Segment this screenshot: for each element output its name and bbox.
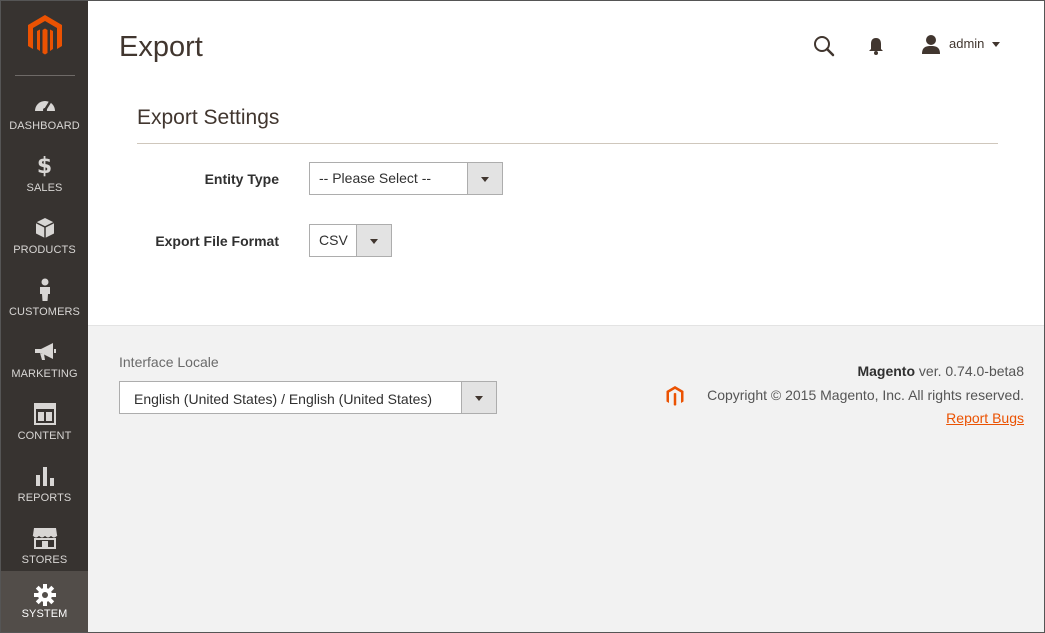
app-frame: DASHBOARD $ SALES PRODUCTS CUSTOMERS MAR… [0, 0, 1045, 633]
sidebar-item-label: DASHBOARD [9, 120, 80, 132]
sidebar-item-content[interactable]: CONTENT [1, 396, 88, 458]
magento-logo-icon[interactable] [25, 13, 65, 57]
interface-locale-select[interactable]: English (United States) / English (Unite… [119, 381, 497, 414]
magento-footer-logo-icon [666, 386, 684, 406]
export-file-format-select[interactable]: CSV [309, 224, 392, 257]
entity-type-select[interactable]: -- Please Select -- [309, 162, 503, 195]
person-icon [1, 278, 88, 302]
user-icon[interactable] [921, 34, 941, 54]
storefront-icon [1, 526, 88, 550]
interface-locale-value: English (United States) / English (Unite… [134, 391, 433, 407]
report-bugs-link[interactable]: Report Bugs [946, 410, 1024, 426]
sidebar-item-products[interactable]: PRODUCTS [1, 210, 88, 272]
admin-user-menu[interactable]: admin [949, 36, 984, 51]
chevron-down-icon[interactable] [992, 42, 1000, 47]
sidebar-item-label: SALES [26, 182, 63, 194]
sidebar-item-reports[interactable]: REPORTS [1, 458, 88, 520]
search-icon[interactable] [813, 35, 835, 57]
export-file-format-label: Export File Format [155, 233, 279, 249]
sidebar-item-label: REPORTS [17, 492, 72, 504]
chevron-down-icon [370, 238, 378, 244]
section-divider [137, 143, 998, 144]
version-info: Magento ver. 0.74.0-beta8 [857, 363, 1024, 379]
export-file-format-dropdown-button[interactable] [356, 225, 391, 256]
export-file-format-value: CSV [319, 232, 348, 248]
sidebar-item-customers[interactable]: CUSTOMERS [1, 272, 88, 334]
megaphone-icon [1, 340, 88, 364]
dashboard-icon [1, 92, 88, 116]
sidebar-item-dashboard[interactable]: DASHBOARD [1, 86, 88, 148]
bell-icon[interactable] [867, 36, 885, 56]
chevron-down-icon [481, 176, 489, 182]
entity-type-value: -- Please Select -- [319, 170, 432, 186]
version-text: ver. 0.74.0-beta8 [918, 363, 1024, 379]
sidebar-item-label: MARKETING [11, 368, 78, 380]
page-title: Export [119, 31, 203, 63]
interface-locale-label: Interface Locale [119, 354, 219, 370]
box-icon [1, 216, 88, 240]
layout-icon [1, 402, 88, 426]
sidebar-item-marketing[interactable]: MARKETING [1, 334, 88, 396]
sidebar-item-label: PRODUCTS [13, 244, 76, 256]
copyright-text: Copyright © 2015 Magento, Inc. All right… [707, 387, 1024, 403]
sidebar: DASHBOARD $ SALES PRODUCTS CUSTOMERS MAR… [1, 1, 88, 632]
sidebar-item-label: SYSTEM [21, 608, 68, 620]
section-title: Export Settings [137, 106, 280, 129]
sidebar-item-label: CUSTOMERS [9, 306, 80, 318]
chevron-down-icon [475, 395, 483, 401]
sidebar-item-label: STORES [21, 554, 68, 566]
gear-icon [1, 583, 88, 607]
sidebar-item-sales[interactable]: $ SALES [1, 148, 88, 210]
bar-chart-icon [1, 464, 88, 488]
brand-name: Magento [857, 363, 916, 379]
sidebar-item-system[interactable]: SYSTEM [1, 571, 88, 632]
sidebar-divider [15, 75, 75, 76]
entity-type-dropdown-button[interactable] [467, 163, 502, 194]
interface-locale-dropdown-button[interactable] [461, 382, 496, 413]
entity-type-label: Entity Type [204, 171, 279, 187]
sidebar-item-label: CONTENT [17, 430, 72, 442]
dollar-icon: $ [36, 153, 53, 179]
